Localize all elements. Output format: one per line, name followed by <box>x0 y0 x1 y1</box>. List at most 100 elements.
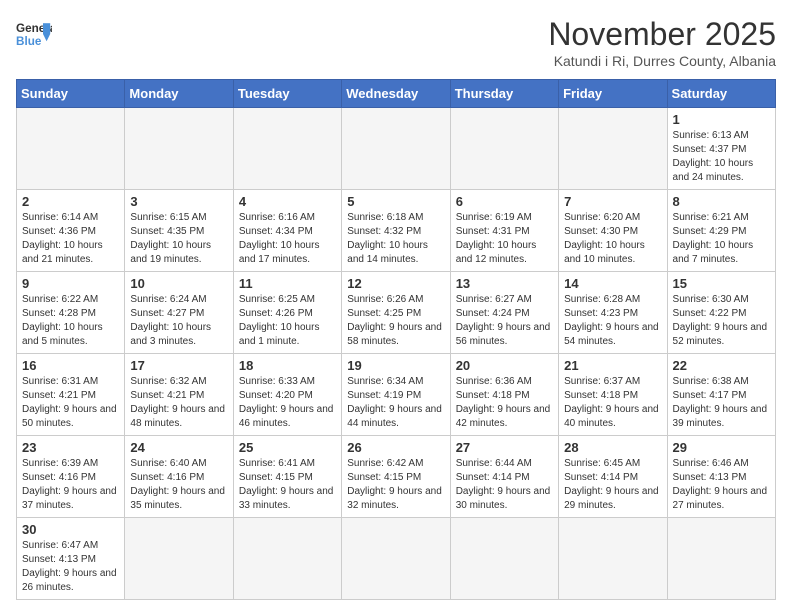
calendar-cell <box>342 108 450 190</box>
day-info: Sunrise: 6:41 AMSunset: 4:15 PMDaylight:… <box>239 457 336 513</box>
day-info: Sunrise: 6:22 AMSunset: 4:28 PMDaylight:… <box>22 293 119 349</box>
calendar-cell: 30Sunrise: 6:47 AMSunset: 4:13 PMDayligh… <box>17 518 125 600</box>
day-number: 16 <box>22 358 119 373</box>
col-header-sunday: Sunday <box>17 80 125 108</box>
calendar-cell: 29 Sunrise: 6:46 AMSunset: 4:13 PMDayligh… <box>667 436 775 518</box>
calendar-cell: 2Sunrise: 6:14 AMSunset: 4:36 PMDaylight… <box>17 190 125 272</box>
day-info: Sunrise: 6:40 AMSunset: 4:16 PMDaylight:… <box>130 457 227 513</box>
calendar-week-1: 1 Sunrise: 6:13 AMSunset: 4:37 PMDaylight… <box>17 108 776 190</box>
calendar-week-5: 23Sunrise: 6:39 AMSunset: 4:16 PMDayligh… <box>17 436 776 518</box>
calendar-cell: 11 Sunrise: 6:25 AMSunset: 4:26 PMDayligh… <box>233 272 341 354</box>
calendar-week-4: 16Sunrise: 6:31 AMSunset: 4:21 PMDayligh… <box>17 354 776 436</box>
day-number: 23 <box>22 440 119 455</box>
calendar-cell <box>17 108 125 190</box>
subtitle: Katundi i Ri, Durres County, Albania <box>548 53 776 69</box>
day-number: 2 <box>22 194 119 209</box>
day-number: 9 <box>22 276 119 291</box>
calendar-cell: 5 Sunrise: 6:18 AMSunset: 4:32 PMDaylight… <box>342 190 450 272</box>
day-number: 29 <box>673 440 770 455</box>
day-info: Sunrise: 6:15 AMSunset: 4:35 PMDaylight:… <box>130 211 227 267</box>
col-header-thursday: Thursday <box>450 80 558 108</box>
day-info: Sunrise: 6:32 AMSunset: 4:21 PMDaylight:… <box>130 375 227 431</box>
calendar-cell: 13Sunrise: 6:27 AMSunset: 4:24 PMDayligh… <box>450 272 558 354</box>
day-number: 6 <box>456 194 553 209</box>
calendar-cell <box>342 518 450 600</box>
day-info: Sunrise: 6:16 AMSunset: 4:34 PMDaylight:… <box>239 211 336 267</box>
calendar-cell: 23Sunrise: 6:39 AMSunset: 4:16 PMDayligh… <box>17 436 125 518</box>
calendar-cell: 16Sunrise: 6:31 AMSunset: 4:21 PMDayligh… <box>17 354 125 436</box>
day-info: Sunrise: 6:42 AMSunset: 4:15 PMDaylight:… <box>347 457 444 513</box>
day-number: 10 <box>130 276 227 291</box>
day-number: 30 <box>22 522 119 537</box>
calendar-cell: 28 Sunrise: 6:45 AMSunset: 4:14 PMDayligh… <box>559 436 667 518</box>
day-number: 8 <box>673 194 770 209</box>
calendar-header-row: SundayMondayTuesdayWednesdayThursdayFrid… <box>17 80 776 108</box>
calendar-week-3: 9 Sunrise: 6:22 AMSunset: 4:28 PMDaylight… <box>17 272 776 354</box>
day-info: Sunrise: 6:13 AMSunset: 4:37 PMDaylight:… <box>673 129 770 185</box>
day-info: Sunrise: 6:38 AMSunset: 4:17 PMDaylight:… <box>673 375 770 431</box>
day-info: Sunrise: 6:19 AMSunset: 4:31 PMDaylight:… <box>456 211 553 267</box>
day-number: 17 <box>130 358 227 373</box>
calendar-cell <box>233 518 341 600</box>
day-number: 15 <box>673 276 770 291</box>
title-area: November 2025 Katundi i Ri, Durres Count… <box>548 16 776 69</box>
day-info: Sunrise: 6:28 AMSunset: 4:23 PMDaylight:… <box>564 293 661 349</box>
day-info: Sunrise: 6:24 AMSunset: 4:27 PMDaylight:… <box>130 293 227 349</box>
calendar-cell: 6 Sunrise: 6:19 AMSunset: 4:31 PMDaylight… <box>450 190 558 272</box>
calendar-cell <box>125 108 233 190</box>
col-header-monday: Monday <box>125 80 233 108</box>
calendar-cell: 8 Sunrise: 6:21 AMSunset: 4:29 PMDaylight… <box>667 190 775 272</box>
header: General Blue November 2025 Katundi i Ri,… <box>16 16 776 69</box>
col-header-wednesday: Wednesday <box>342 80 450 108</box>
calendar: SundayMondayTuesdayWednesdayThursdayFrid… <box>16 79 776 600</box>
day-info: Sunrise: 6:21 AMSunset: 4:29 PMDaylight:… <box>673 211 770 267</box>
calendar-cell <box>450 108 558 190</box>
calendar-cell: 1 Sunrise: 6:13 AMSunset: 4:37 PMDaylight… <box>667 108 775 190</box>
calendar-week-6: 30Sunrise: 6:47 AMSunset: 4:13 PMDayligh… <box>17 518 776 600</box>
day-number: 28 <box>564 440 661 455</box>
logo: General Blue <box>16 16 52 52</box>
day-number: 1 <box>673 112 770 127</box>
logo-icon: General Blue <box>16 16 52 52</box>
col-header-saturday: Saturday <box>667 80 775 108</box>
calendar-cell <box>450 518 558 600</box>
day-number: 19 <box>347 358 444 373</box>
day-number: 5 <box>347 194 444 209</box>
calendar-cell: 24 Sunrise: 6:40 AMSunset: 4:16 PMDayligh… <box>125 436 233 518</box>
day-number: 22 <box>673 358 770 373</box>
day-number: 12 <box>347 276 444 291</box>
day-number: 18 <box>239 358 336 373</box>
calendar-cell: 14 Sunrise: 6:28 AMSunset: 4:23 PMDayligh… <box>559 272 667 354</box>
day-info: Sunrise: 6:20 AMSunset: 4:30 PMDaylight:… <box>564 211 661 267</box>
day-number: 3 <box>130 194 227 209</box>
col-header-friday: Friday <box>559 80 667 108</box>
day-number: 21 <box>564 358 661 373</box>
day-number: 14 <box>564 276 661 291</box>
day-number: 11 <box>239 276 336 291</box>
day-number: 24 <box>130 440 227 455</box>
day-number: 26 <box>347 440 444 455</box>
day-info: Sunrise: 6:30 AMSunset: 4:22 PMDaylight:… <box>673 293 770 349</box>
calendar-cell: 19Sunrise: 6:34 AMSunset: 4:19 PMDayligh… <box>342 354 450 436</box>
calendar-cell <box>125 518 233 600</box>
day-info: Sunrise: 6:18 AMSunset: 4:32 PMDaylight:… <box>347 211 444 267</box>
calendar-cell: 17 Sunrise: 6:32 AMSunset: 4:21 PMDayligh… <box>125 354 233 436</box>
calendar-week-2: 2Sunrise: 6:14 AMSunset: 4:36 PMDaylight… <box>17 190 776 272</box>
day-info: Sunrise: 6:44 AMSunset: 4:14 PMDaylight:… <box>456 457 553 513</box>
day-info: Sunrise: 6:45 AMSunset: 4:14 PMDaylight:… <box>564 457 661 513</box>
day-info: Sunrise: 6:26 AMSunset: 4:25 PMDaylight:… <box>347 293 444 349</box>
day-number: 13 <box>456 276 553 291</box>
col-header-tuesday: Tuesday <box>233 80 341 108</box>
month-title: November 2025 <box>548 16 776 53</box>
calendar-cell <box>559 518 667 600</box>
calendar-cell: 3 Sunrise: 6:15 AMSunset: 4:35 PMDaylight… <box>125 190 233 272</box>
day-number: 7 <box>564 194 661 209</box>
calendar-cell: 10 Sunrise: 6:24 AMSunset: 4:27 PMDayligh… <box>125 272 233 354</box>
calendar-cell: 9 Sunrise: 6:22 AMSunset: 4:28 PMDaylight… <box>17 272 125 354</box>
day-info: Sunrise: 6:25 AMSunset: 4:26 PMDaylight:… <box>239 293 336 349</box>
day-info: Sunrise: 6:36 AMSunset: 4:18 PMDaylight:… <box>456 375 553 431</box>
calendar-cell: 26 Sunrise: 6:42 AMSunset: 4:15 PMDayligh… <box>342 436 450 518</box>
day-number: 25 <box>239 440 336 455</box>
calendar-cell: 21Sunrise: 6:37 AMSunset: 4:18 PMDayligh… <box>559 354 667 436</box>
day-info: Sunrise: 6:46 AMSunset: 4:13 PMDaylight:… <box>673 457 770 513</box>
